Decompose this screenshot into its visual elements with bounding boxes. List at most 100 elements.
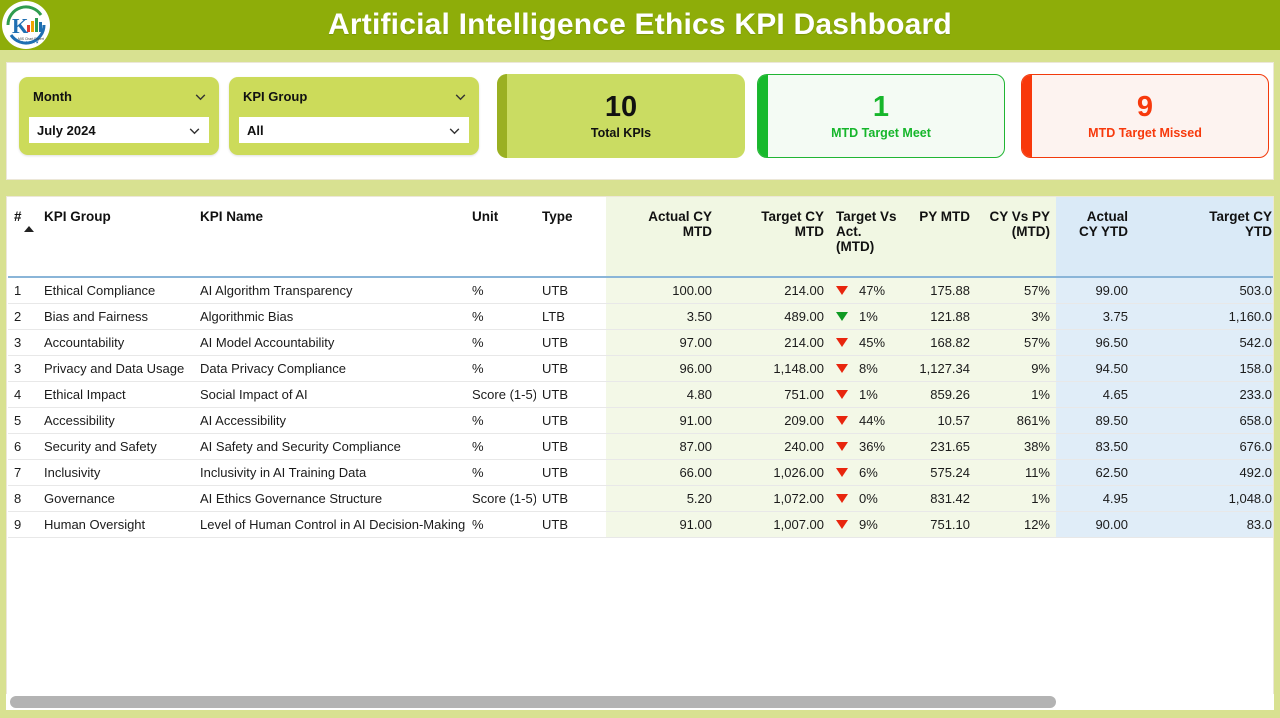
cell-kpi-name: AI Model Accountability [194, 329, 466, 356]
cell-kpi-group: Bias and Fairness [38, 303, 194, 330]
cell-unit: % [466, 433, 536, 460]
cell-target-cy-mtd: 209.00 [718, 407, 830, 434]
kpi-group-select[interactable]: All [239, 117, 469, 143]
cell-index: 9 [8, 511, 38, 538]
cell-cy-vs-py-mtd: 3% [976, 303, 1056, 330]
target-vs-act-value: 0% [859, 491, 878, 506]
table-row[interactable]: 2 Bias and Fairness Algorithmic Bias% LTB 3.… [8, 303, 1273, 330]
triangle-down-green-icon [836, 312, 848, 321]
table-row[interactable]: 8 Governance AI Ethics Governance Structur… [8, 485, 1273, 512]
cell-type: LTB [536, 303, 606, 330]
cell-target-cy-mtd: 1,072.00 [718, 485, 830, 512]
cell-kpi-name: Social Impact of AI [194, 381, 466, 408]
cell-actual-cy-mtd: 3.50 [606, 303, 718, 330]
cell-target-cy-mtd: 214.00 [718, 329, 830, 356]
cell-py-mtd: 231.65 [904, 433, 976, 460]
table-body: 1 Ethical Compliance AI Algorithm Transpar… [8, 277, 1273, 538]
target-vs-act-value: 36% [859, 439, 886, 454]
col-target-cy-mtd[interactable]: Target CY MTD [718, 197, 830, 277]
cell-target-cy-ytd: 503.0 [1134, 277, 1273, 304]
cell-target-cy-ytd: 658.0 [1134, 407, 1273, 434]
col-type[interactable]: Type [536, 197, 606, 277]
cell-actual-cy-mtd: 96.00 [606, 355, 718, 382]
col-target-vs-act-mtd[interactable]: Target Vs Act. (MTD) [830, 197, 904, 277]
cell-type: UTB [536, 329, 606, 356]
cell-unit: % [466, 511, 536, 538]
table-row[interactable]: 7 Inclusivity Inclusivity in AI Training D… [8, 459, 1273, 486]
cell-actual-cy-ytd: 90.00 [1056, 511, 1134, 538]
month-select-value: July 2024 [37, 122, 96, 138]
cell-py-mtd: 121.88 [904, 303, 976, 330]
target-vs-act-value: 1% [859, 309, 878, 324]
cell-actual-cy-ytd: 99.00 [1056, 277, 1134, 304]
chevron-down-icon[interactable] [188, 124, 201, 137]
filter-kpi-group[interactable]: KPI Group All [229, 77, 479, 155]
col-index[interactable]: # [8, 197, 38, 277]
table-row[interactable]: 5 Accessibility AI Accessibility% UTB 91.00 2… [8, 407, 1273, 434]
kpi-table: # KPI Group KPI Name Unit Type Actual CY… [8, 197, 1273, 538]
col-kpi-group[interactable]: KPI Group [38, 197, 194, 277]
cell-cy-vs-py-mtd: 1% [976, 381, 1056, 408]
table-row[interactable]: 3 Accountability AI Model Accountability% U… [8, 329, 1273, 356]
cell-cy-vs-py-mtd: 9% [976, 355, 1056, 382]
cell-kpi-name: Data Privacy Compliance [194, 355, 466, 382]
cell-actual-cy-ytd: 96.50 [1056, 329, 1134, 356]
table-row[interactable]: 6 Security and Safety AI Safety and Securi… [8, 433, 1273, 460]
kpi-missed-label: MTD Target Missed [1088, 126, 1202, 141]
cell-unit: % [466, 277, 536, 304]
target-vs-act-value: 6% [859, 465, 878, 480]
table-row[interactable]: 9 Human Oversight Level of Human Control i… [8, 511, 1273, 538]
table-header-row: # KPI Group KPI Name Unit Type Actual CY… [8, 197, 1273, 277]
horizontal-scrollbar-track[interactable] [6, 694, 1274, 710]
col-py-mtd[interactable]: PY MTD [904, 197, 976, 277]
horizontal-scrollbar-thumb[interactable] [10, 696, 1056, 708]
table-row[interactable]: 4 Ethical Impact Social Impact of AI Score … [8, 381, 1273, 408]
cell-kpi-group: Governance [38, 485, 194, 512]
cell-target-cy-ytd: 492.0 [1134, 459, 1273, 486]
month-select[interactable]: July 2024 [29, 117, 209, 143]
chevron-down-icon[interactable] [448, 124, 461, 137]
col-actual-cy-mtd[interactable]: Actual CY MTD [606, 197, 718, 277]
triangle-down-red-icon [836, 364, 848, 373]
filter-month[interactable]: Month July 2024 [19, 77, 219, 155]
cell-target-cy-ytd: 233.0 [1134, 381, 1273, 408]
chevron-down-icon[interactable] [194, 90, 207, 103]
cell-actual-cy-ytd: 4.65 [1056, 381, 1134, 408]
table-row[interactable]: 3 Privacy and Data Usage Data Privacy Comp… [8, 355, 1273, 382]
cell-target-cy-ytd: 83.0 [1134, 511, 1273, 538]
cell-py-mtd: 175.88 [904, 277, 976, 304]
cell-actual-cy-mtd: 91.00 [606, 511, 718, 538]
triangle-down-red-icon [836, 390, 848, 399]
col-cy-vs-py-mtd[interactable]: CY Vs PY (MTD) [976, 197, 1056, 277]
cell-target-cy-ytd: 542.0 [1134, 329, 1273, 356]
col-actual-cy-ytd[interactable]: Actual CY YTD [1056, 197, 1134, 277]
cell-target-vs-act-mtd: 45% [830, 329, 904, 356]
cell-kpi-group: Inclusivity [38, 459, 194, 486]
cell-py-mtd: 168.82 [904, 329, 976, 356]
kpi-group-select-value: All [247, 122, 264, 138]
cell-type: UTB [536, 433, 606, 460]
kpi-meet-value: 1 [872, 90, 890, 123]
sort-ascending-icon[interactable] [24, 226, 34, 232]
kpi-card-total-kpis[interactable]: 10 Total KPIs [497, 74, 745, 158]
cell-target-cy-ytd: 676.0 [1134, 433, 1273, 460]
kpi-table-scroll-area[interactable]: # KPI Group KPI Name Unit Type Actual CY… [8, 197, 1273, 538]
cell-target-cy-mtd: 1,026.00 [718, 459, 830, 486]
chevron-down-icon[interactable] [454, 90, 467, 103]
kpi-card-mtd-target-meet[interactable]: 1 MTD Target Meet [757, 74, 1005, 158]
col-unit[interactable]: Unit [466, 197, 536, 277]
kpi-meet-label: MTD Target Meet [831, 126, 931, 141]
cell-type: UTB [536, 485, 606, 512]
cell-unit: % [466, 407, 536, 434]
table-row[interactable]: 1 Ethical Compliance AI Algorithm Transpar… [8, 277, 1273, 304]
col-target-cy-ytd[interactable]: Target CY YTD [1134, 197, 1273, 277]
cell-unit: % [466, 459, 536, 486]
cell-index: 3 [8, 329, 38, 356]
kpi-accent-bar [758, 75, 768, 157]
col-kpi-name[interactable]: KPI Name [194, 197, 466, 277]
target-vs-act-value: 45% [859, 335, 886, 350]
cell-target-cy-mtd: 214.00 [718, 277, 830, 304]
cell-py-mtd: 831.42 [904, 485, 976, 512]
cell-type: UTB [536, 407, 606, 434]
kpi-card-mtd-target-missed[interactable]: 9 MTD Target Missed [1021, 74, 1269, 158]
